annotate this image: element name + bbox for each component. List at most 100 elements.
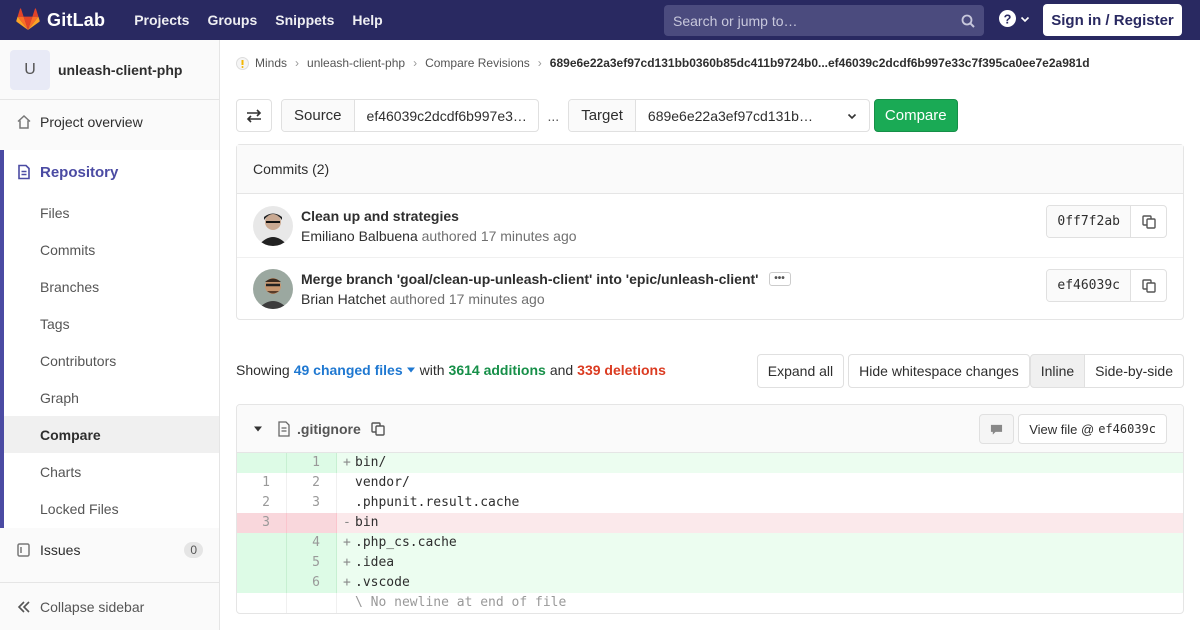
collapse-caret-icon[interactable] (253, 425, 263, 433)
nav-snippets[interactable]: Snippets (266, 12, 343, 28)
top-navbar: GitLab Projects Groups Snippets Help ? S… (0, 0, 1200, 40)
search-icon[interactable] (961, 14, 975, 28)
old-line-number[interactable] (237, 453, 287, 473)
chevron-down-icon (1020, 16, 1030, 22)
view-file-button[interactable]: View file @ ef46039c (1018, 414, 1167, 444)
collapse-sidebar-button[interactable]: Collapse sidebar (0, 582, 219, 630)
old-line-number[interactable]: 3 (237, 513, 287, 533)
sidebar-item-branches[interactable]: Branches (4, 268, 219, 305)
sidebar-item-tags[interactable]: Tags (4, 305, 219, 342)
diff-marker: + (343, 535, 351, 550)
old-line-number[interactable] (237, 533, 287, 553)
breadcrumb-current[interactable]: 689e6e22a3ef97cd131bb0360b85dc411b9724b0… (550, 56, 1090, 70)
old-line-number[interactable] (237, 553, 287, 573)
commit-title[interactable]: Clean up and strategies (301, 208, 577, 224)
breadcrumb-project[interactable]: unleash-client-php (307, 56, 405, 70)
stats-showing: Showing (236, 362, 290, 378)
commit-sha-group: ef46039c (1046, 269, 1167, 302)
copy-sha-button[interactable] (1130, 270, 1166, 301)
commit-title[interactable]: Merge branch 'goal/clean-up-unleash-clie… (301, 271, 759, 287)
copy-icon (1141, 278, 1156, 293)
compare-button[interactable]: Compare (873, 99, 958, 132)
commits-header: Commits (2) (237, 145, 1183, 194)
copy-icon (1141, 214, 1156, 229)
new-line-number[interactable]: 4 (287, 533, 337, 553)
document-icon (18, 164, 30, 180)
help-dropdown[interactable]: ? (999, 10, 1030, 27)
old-line-number[interactable]: 2 (237, 493, 287, 513)
side-by-side-button[interactable]: Side-by-side (1085, 354, 1184, 388)
new-line-number[interactable] (287, 513, 337, 533)
inline-view-button[interactable]: Inline (1029, 354, 1086, 388)
sidebar-item-contributors[interactable]: Contributors (4, 342, 219, 379)
view-file-label: View file @ (1029, 421, 1095, 437)
deletions-count: 339 deletions (577, 362, 666, 378)
copy-sha-button[interactable] (1130, 206, 1166, 237)
target-selector[interactable]: Target 689e6e22a3ef97cd131b… (568, 99, 870, 132)
diff-lines: 1 + bin/ 12 vendor/ 23 .phpunit.result.cac… (237, 453, 1183, 613)
new-line-number[interactable]: 6 (287, 573, 337, 593)
sidebar-item-project-overview[interactable]: Project overview (0, 100, 219, 144)
expand-message-button[interactable]: ••• (768, 272, 791, 286)
diff-marker: + (343, 555, 351, 570)
diff-file-header: .gitignore View file @ ef46039c (237, 405, 1183, 453)
diff-marker: - (343, 515, 351, 530)
target-dropdown[interactable]: 689e6e22a3ef97cd131b… (636, 100, 869, 131)
source-dropdown[interactable]: ef46039c2dcdf6b997e3… (355, 100, 538, 131)
new-line-number[interactable]: 3 (287, 493, 337, 513)
old-line-number[interactable]: 1 (237, 473, 287, 493)
avatar[interactable] (253, 205, 293, 246)
breadcrumb-minds[interactable]: Minds (255, 56, 287, 70)
stats-and: and (549, 362, 574, 378)
commit-sha[interactable]: 0ff7f2ab (1047, 206, 1130, 237)
sidebar-item-label: Issues (40, 542, 81, 558)
sidebar-item-commits[interactable]: Commits (4, 231, 219, 268)
gitlab-logo[interactable]: GitLab (16, 0, 105, 40)
group-avatar-icon (236, 56, 249, 70)
search-input[interactable] (673, 12, 961, 29)
new-line-number[interactable]: 2 (287, 473, 337, 493)
compare-separator: ... (547, 107, 560, 124)
commit-author[interactable]: Emiliano Balbuena (301, 228, 418, 244)
commit-row: Merge branch 'goal/clean-up-unleash-clie… (237, 257, 1183, 320)
sidebar-repository-group: Repository Files Commits Branches Tags C… (0, 150, 219, 528)
swap-revisions-button[interactable] (236, 99, 272, 132)
comment-button[interactable] (979, 414, 1015, 444)
sidebar-item-compare[interactable]: Compare (4, 416, 219, 453)
main-content: Minds › unleash-client-php › Compare Revis… (220, 40, 1200, 630)
sign-in-button[interactable]: Sign in / Register (1043, 4, 1182, 36)
nav-help[interactable]: Help (343, 12, 391, 28)
source-value: ef46039c2dcdf6b997e3… (366, 107, 527, 124)
caret-down-icon[interactable] (406, 366, 416, 374)
commit-action: authored (389, 291, 445, 307)
new-line-number[interactable]: 5 (287, 553, 337, 573)
nav-projects[interactable]: Projects (125, 12, 198, 28)
sidebar-item-graph[interactable]: Graph (4, 379, 219, 416)
sidebar-item-locked-files[interactable]: Locked Files (4, 490, 219, 528)
avatar[interactable] (253, 269, 293, 309)
issues-icon (16, 542, 32, 558)
sidebar-item-charts[interactable]: Charts (4, 453, 219, 490)
commit-author[interactable]: Brian Hatchet (301, 291, 386, 307)
copy-icon[interactable] (371, 421, 385, 436)
search-box[interactable] (664, 5, 984, 36)
new-line-number[interactable]: 1 (287, 453, 337, 473)
changed-files-dropdown[interactable]: 49 changed files (294, 362, 403, 378)
commit-sha[interactable]: ef46039c (1047, 270, 1130, 301)
home-icon (16, 114, 32, 130)
sidebar-item-files[interactable]: Files (4, 194, 219, 231)
sidebar-item-issues[interactable]: Issues 0 (0, 528, 219, 572)
old-line-number[interactable] (237, 573, 287, 593)
target-value: 689e6e22a3ef97cd131b… (647, 107, 813, 124)
file-name[interactable]: .gitignore (297, 421, 361, 437)
commit-action: authored (421, 227, 477, 244)
new-line-number (287, 593, 337, 613)
hide-whitespace-button[interactable]: Hide whitespace changes (848, 354, 1030, 388)
sidebar-item-repository[interactable]: Repository (4, 150, 219, 194)
expand-all-button[interactable]: Expand all (756, 354, 845, 388)
sidebar-project-header[interactable]: U unleash-client-php (0, 40, 219, 100)
nav-groups[interactable]: Groups (198, 12, 266, 28)
stats-with: with (419, 362, 445, 378)
breadcrumb-compare[interactable]: Compare Revisions (425, 56, 530, 70)
source-selector[interactable]: Source ef46039c2dcdf6b997e3… (281, 99, 539, 132)
